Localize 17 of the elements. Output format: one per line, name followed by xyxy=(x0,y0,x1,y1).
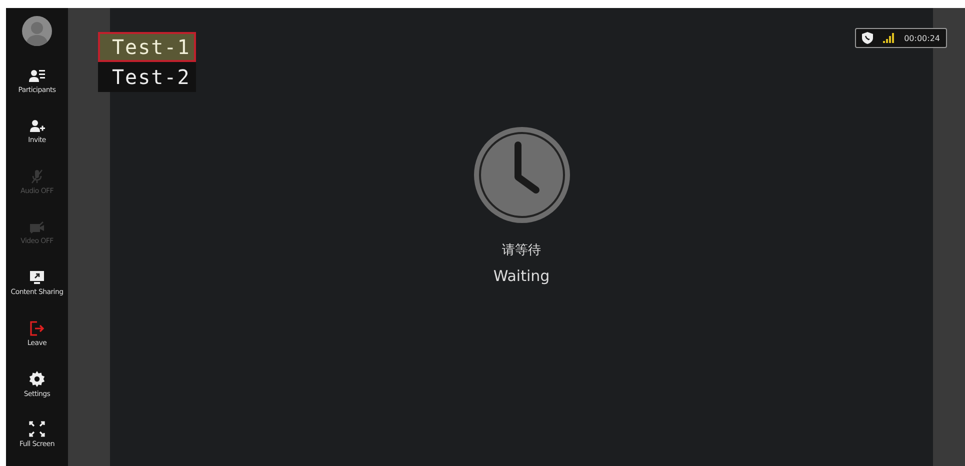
avatar[interactable] xyxy=(22,16,52,46)
add-user-icon xyxy=(29,119,45,134)
waiting-title: 请等待 xyxy=(502,242,541,259)
clock-icon xyxy=(474,127,570,223)
participant-label[interactable]: Test-1 xyxy=(98,32,196,62)
signal-icon xyxy=(883,33,894,43)
muted-microphone-icon xyxy=(31,169,43,184)
shield-phone-icon xyxy=(862,32,874,44)
participants-icon xyxy=(29,68,45,83)
muted-camera-icon xyxy=(29,220,45,234)
waiting-subtitle: Waiting xyxy=(493,267,550,285)
settings-icon xyxy=(29,370,45,387)
call-duration: 00:00:24 xyxy=(904,34,940,42)
screen-share-icon xyxy=(29,270,45,286)
fullscreen-icon xyxy=(29,421,45,438)
participant-label[interactable]: Test-2 xyxy=(98,62,196,92)
exit-icon xyxy=(29,320,45,336)
